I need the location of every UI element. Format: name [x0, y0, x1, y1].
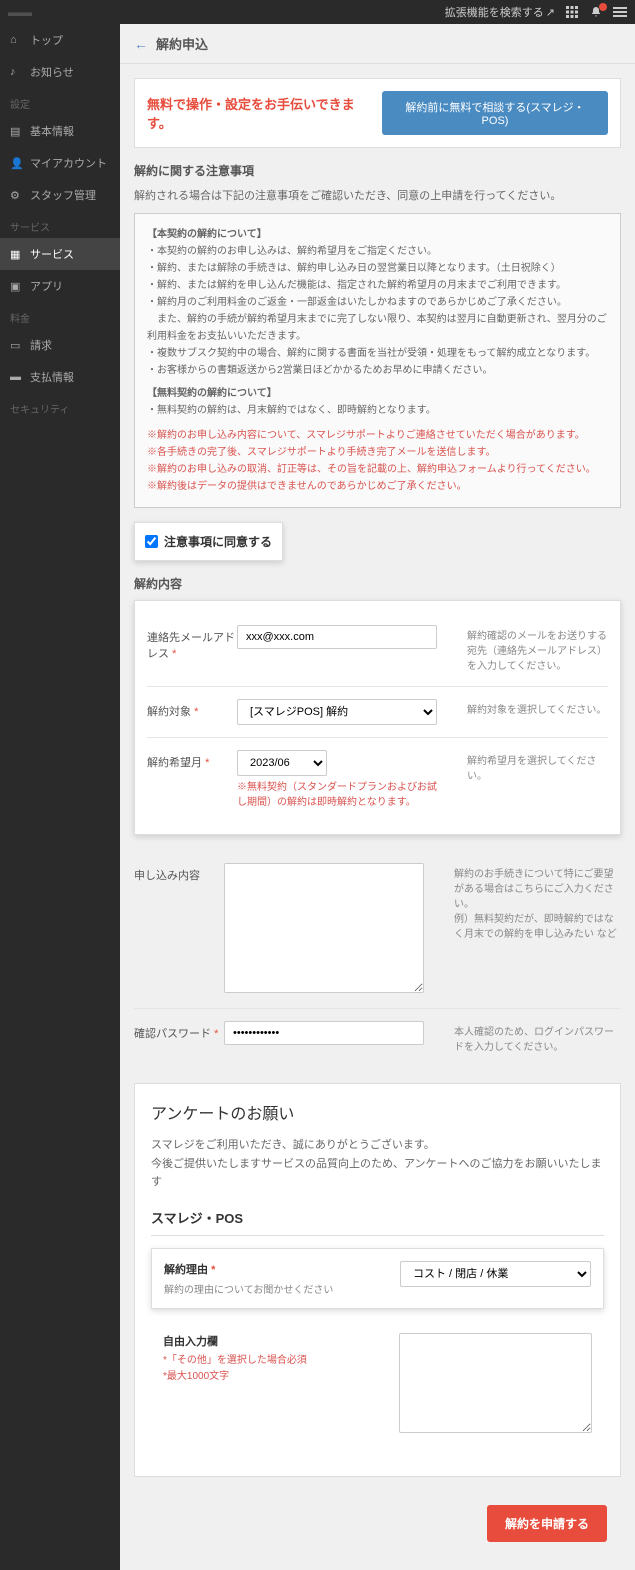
- submit-button[interactable]: 解約を申請する: [487, 1505, 607, 1542]
- user-icon: 👤: [10, 157, 22, 169]
- content-textarea[interactable]: [224, 863, 424, 993]
- page-title: 解約申込: [156, 34, 208, 53]
- app-icon: ▣: [10, 280, 22, 292]
- sidebar-item-payment[interactable]: ▬ 支払情報: [0, 361, 120, 393]
- sidebar-item-app[interactable]: ▣ アプリ: [0, 270, 120, 302]
- help-banner-text: 無料で操作・設定をお手伝いできます。: [147, 94, 370, 132]
- agree-checkbox[interactable]: [145, 535, 158, 548]
- sidebar-item-top[interactable]: ⌂ トップ: [0, 24, 120, 56]
- agree-box: 注意事項に同意する: [134, 522, 283, 561]
- sidebar-item-label: マイアカウント: [30, 155, 107, 171]
- sidebar-section-service: サービス: [0, 211, 120, 238]
- survey-sub: スマレジ・POS: [151, 1208, 604, 1236]
- sidebar-item-service[interactable]: ▦ サービス: [0, 238, 120, 270]
- sidebar-item-news[interactable]: ♪ お知らせ: [0, 56, 120, 88]
- password-label: 確認パスワード *: [134, 1021, 224, 1055]
- target-select[interactable]: [スマレジPOS] 解約: [237, 699, 437, 725]
- topbar-logo: ▬▬: [8, 5, 32, 19]
- form-highlight: 連絡先メールアドレス * 解約確認のメールをお送りする宛先（連絡先メールアドレス…: [134, 600, 621, 835]
- sidebar-item-account[interactable]: 👤 マイアカウント: [0, 147, 120, 179]
- sidebar-item-label: 請求: [30, 337, 52, 353]
- email-label: 連絡先メールアドレス *: [147, 625, 237, 674]
- credit-icon: ▬: [10, 371, 22, 383]
- month-label: 解約希望月 *: [147, 750, 237, 810]
- sidebar-item-bill[interactable]: ▭ 請求: [0, 329, 120, 361]
- reason-label: 解約理由 *: [164, 1261, 384, 1277]
- sidebar-item-label: お知らせ: [30, 64, 74, 80]
- form-section-title: 解約内容: [134, 575, 621, 592]
- notice-title: 解約に関する注意事項: [134, 162, 621, 179]
- main-content: ← 解約申込 無料で操作・設定をお手伝いできます。 解約前に無料で相談する(スマ…: [120, 24, 635, 1570]
- submit-bar: 解約を申請する: [134, 1491, 621, 1556]
- sidebar-item-label: アプリ: [30, 278, 63, 294]
- users-icon: ⚙: [10, 189, 22, 201]
- sidebar-item-label: 基本情報: [30, 123, 74, 139]
- email-input[interactable]: [237, 625, 437, 649]
- content-help: 解約のお手続きについて特にご要望がある場合はこちらにご入力ください。 例）無料契…: [424, 863, 621, 996]
- sidebar-section-settings: 設定: [0, 88, 120, 115]
- notice-box: 【本契約の解約について】 ・本契約の解約のお申し込みは、解約希望月をご指定くださ…: [134, 213, 621, 508]
- reason-hint: 解約の理由についてお聞かせください: [164, 1281, 384, 1296]
- password-input[interactable]: [224, 1021, 424, 1045]
- sidebar-section-security: セキュリティ: [0, 393, 120, 420]
- sidebar-item-basic[interactable]: ▤ 基本情報: [0, 115, 120, 147]
- notification-bell-icon[interactable]: [589, 5, 603, 19]
- freetext-textarea[interactable]: [399, 1333, 592, 1433]
- month-select[interactable]: 2023/06: [237, 750, 327, 776]
- survey-freetext-row: 自由入力欄 *「その他」を選択した場合必須 *最大1000文字: [151, 1321, 604, 1448]
- freetext-label: 自由入力欄: [163, 1333, 383, 1349]
- survey-box: アンケートのお願い スマレジをご利用いただき、誠にありがとうございます。 今後ご…: [134, 1083, 621, 1477]
- sidebar-item-staff[interactable]: ⚙ スタッフ管理: [0, 179, 120, 211]
- topbar: ▬▬ 拡張機能を検索する ↗: [0, 0, 635, 24]
- external-link-icon: ↗: [546, 6, 555, 19]
- reason-select[interactable]: コスト / 閉店 / 休業: [400, 1261, 591, 1287]
- sidebar-item-label: トップ: [30, 32, 63, 48]
- extension-search-link[interactable]: 拡張機能を検索する ↗: [445, 4, 555, 20]
- grid-icon: ▦: [10, 248, 22, 260]
- consult-button[interactable]: 解約前に無料で相談する(スマレジ・POS): [382, 91, 608, 135]
- month-help: 解約希望月を選択してください。: [437, 750, 608, 810]
- help-banner: 無料で操作・設定をお手伝いできます。 解約前に無料で相談する(スマレジ・POS): [134, 78, 621, 148]
- hamburger-menu-icon[interactable]: [613, 5, 627, 19]
- target-label: 解約対象 *: [147, 699, 237, 725]
- survey-reason-row: 解約理由 * 解約の理由についてお聞かせください コスト / 閉店 / 休業: [151, 1248, 604, 1309]
- notice-desc: 解約される場合は下記の注意事項をご確認いただき、同意の上申請を行ってください。: [134, 187, 621, 203]
- card-icon: ▭: [10, 339, 22, 351]
- sidebar-item-label: サービス: [30, 246, 74, 262]
- sidebar-item-label: 支払情報: [30, 369, 74, 385]
- sidebar: ⌂ トップ ♪ お知らせ 設定 ▤ 基本情報 👤 マイアカウント ⚙ スタッフ管…: [0, 24, 120, 1570]
- bell-icon: ♪: [10, 66, 22, 78]
- agree-label: 注意事項に同意する: [164, 533, 272, 550]
- home-icon: ⌂: [10, 34, 22, 46]
- doc-icon: ▤: [10, 125, 22, 137]
- back-arrow-icon[interactable]: ←: [134, 36, 148, 52]
- month-note: ※無料契約（スタンダードプランおよびお試し期間）の解約は即時解約となります。: [237, 780, 437, 810]
- survey-title: アンケートのお願い: [151, 1100, 604, 1124]
- target-help: 解約対象を選択してください。: [437, 699, 608, 725]
- sidebar-item-label: スタッフ管理: [30, 187, 96, 203]
- email-help: 解約確認のメールをお送りする宛先（連絡先メールアドレス）を入力してください。: [437, 625, 608, 674]
- content-label: 申し込み内容: [134, 863, 224, 996]
- apps-grid-icon[interactable]: [565, 5, 579, 19]
- page-header: ← 解約申込: [120, 24, 635, 64]
- password-help: 本人確認のため、ログインパスワードを入力してください。: [424, 1021, 621, 1055]
- sidebar-section-fee: 料金: [0, 302, 120, 329]
